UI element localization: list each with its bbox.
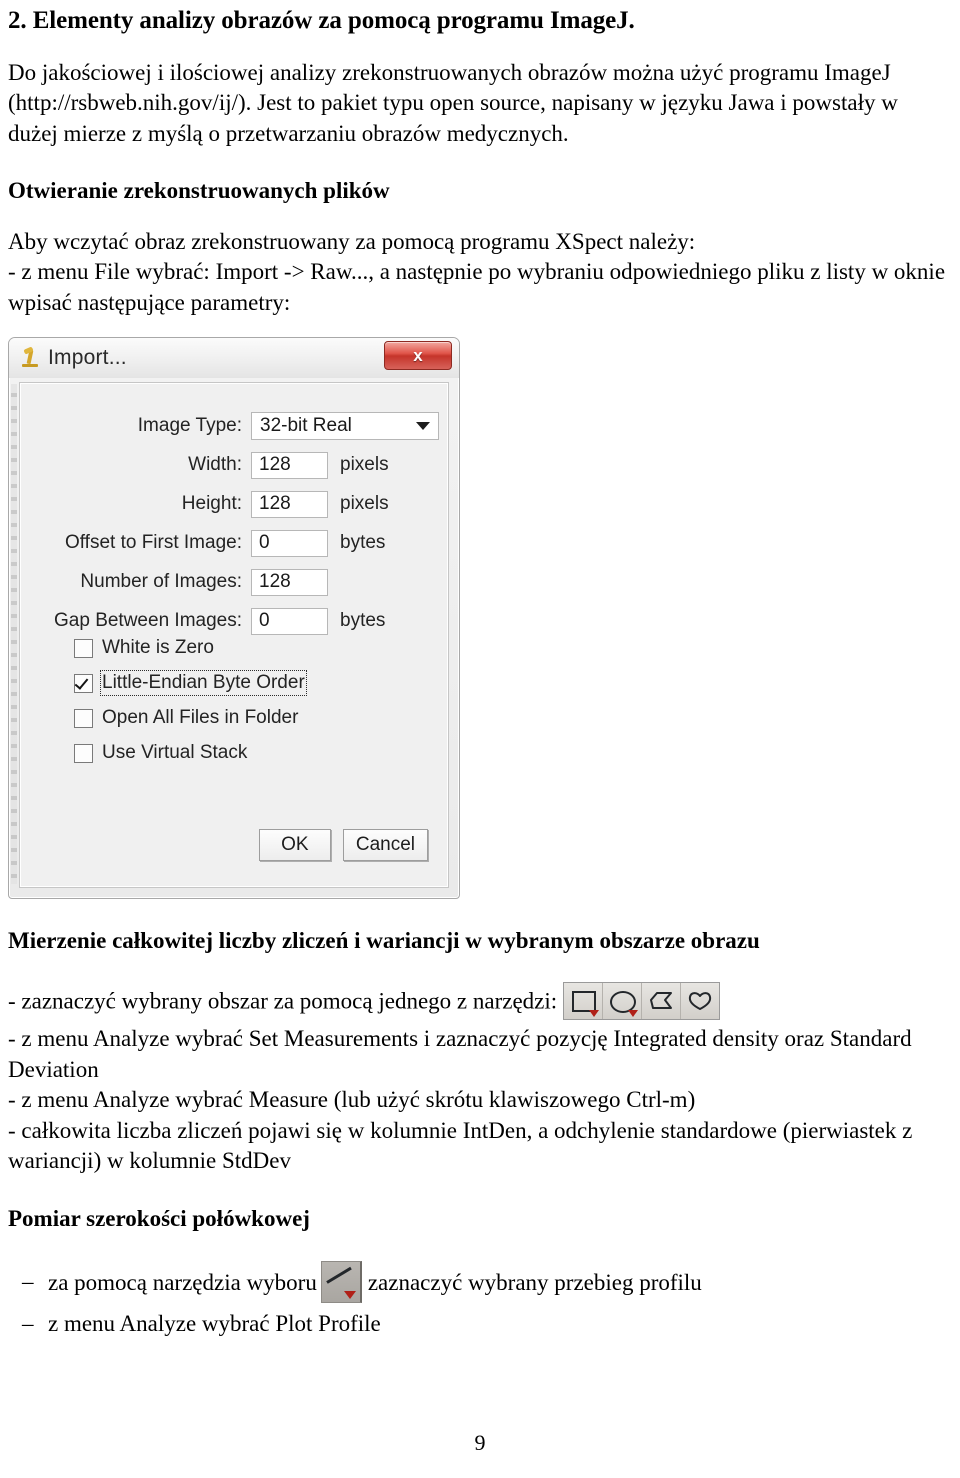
selection-tool-strip (563, 982, 721, 1021)
field-row-offset: Offset to First Image: 0 bytes (20, 524, 448, 563)
checkbox-row-little-endian[interactable]: Little-Endian Byte Order (74, 666, 307, 701)
import-checkbox-list: White is Zero Little-Endian Byte Order O… (74, 631, 307, 771)
measure-line-4: - całkowita liczba zliczeń pojawi się w … (8, 1117, 913, 1174)
number-of-images-input[interactable]: 128 (251, 568, 328, 596)
little-endian-label: Little-Endian Byte Order (100, 670, 307, 697)
freehand-selection-tool-icon[interactable] (681, 983, 720, 1020)
white-is-zero-checkbox[interactable] (74, 638, 93, 658)
import-dialog: Import... x Image Type: 32-bit Real Widt… (8, 336, 460, 899)
page-title: 2. Elementy analizy obrazów za pomocą pr… (8, 7, 635, 34)
field-row-number-of-images: Number of Images: 128 (20, 563, 448, 602)
checkbox-row-virtual-stack[interactable]: Use Virtual Stack (74, 736, 305, 771)
dash-bullet-2: – (22, 1310, 34, 1336)
page-content: 2. Elementy analizy obrazów za pomocą pr… (8, 6, 952, 1339)
open-files-line-2: - z menu File wybrać: Import -> Raw..., … (8, 259, 946, 315)
dash-bullet-1: – (22, 1269, 34, 1295)
height-label: Height: (181, 493, 242, 515)
ok-button[interactable]: OK (258, 828, 331, 861)
offset-label: Offset to First Image: (64, 532, 242, 554)
height-unit: pixels (340, 493, 389, 515)
use-virtual-stack-label: Use Virtual Stack (102, 742, 248, 764)
page-number: 9 (474, 1430, 486, 1455)
import-dialog-title: Import... (48, 345, 127, 369)
chevron-down-icon (416, 422, 430, 431)
little-endian-checkbox[interactable] (74, 673, 93, 693)
field-row-image-type: Image Type: 32-bit Real (20, 407, 448, 446)
fwhm-step-2: – z menu Analyze wybrać Plot Profile (8, 1308, 952, 1339)
heading-mierzenie: Mierzenie całkowitej liczby zliczeń i wa… (8, 927, 760, 953)
open-all-files-checkbox[interactable] (74, 708, 93, 728)
close-icon: x (413, 345, 423, 365)
oval-selection-tool-icon[interactable] (603, 983, 643, 1020)
image-type-select[interactable]: 32-bit Real (251, 412, 439, 441)
width-input[interactable]: 128 (251, 451, 328, 479)
dialog-button-row: OK Cancel (258, 828, 428, 861)
width-label: Width: (188, 454, 242, 476)
import-dialog-body: Image Type: 32-bit Real Width: 128 pixel… (19, 381, 449, 888)
rectangle-selection-tool-icon[interactable] (564, 983, 604, 1020)
use-virtual-stack-checkbox[interactable] (74, 743, 93, 763)
offset-unit: bytes (340, 532, 386, 554)
checkbox-row-white-is-zero[interactable]: White is Zero (74, 631, 305, 666)
open-all-files-label: Open All Files in Folder (102, 707, 299, 729)
heading-pomiar-szerokosci: Pomiar szerokości połówkowej (8, 1206, 310, 1232)
close-button[interactable]: x (384, 340, 452, 370)
measure-line-2: - z menu Analyze wybrać Set Measurements… (8, 1026, 912, 1082)
open-files-line-1: Aby wczytać obraz zrekonstruowany za pom… (8, 228, 696, 254)
offset-input[interactable]: 0 (251, 529, 328, 557)
fwhm-step-1: – za pomocą narzędzia wyboru zaznaczyć wy… (8, 1260, 952, 1308)
heading-otwieranie-plikow: Otwieranie zrekonstruowanych plików (8, 178, 390, 204)
fwhm-step-2-text: z menu Analyze wybrać Plot Profile (48, 1310, 381, 1336)
image-type-value: 32-bit Real (260, 415, 352, 437)
gap-label: Gap Between Images: (54, 610, 242, 632)
dialog-left-strip (11, 383, 17, 884)
fwhm-steps-list: – za pomocą narzędzia wyboru zaznaczyć wy… (8, 1260, 952, 1339)
number-of-images-label: Number of Images: (80, 571, 242, 593)
field-row-width: Width: 128 pixels (20, 446, 448, 485)
width-unit: pixels (340, 454, 389, 476)
cancel-button[interactable]: Cancel (342, 828, 428, 861)
import-field-list: Image Type: 32-bit Real Width: 128 pixel… (20, 407, 448, 641)
measure-tools-prefix: - zaznaczyć wybrany obszar za pomocą jed… (8, 988, 558, 1014)
measure-tools-line: - zaznaczyć wybrany obszar za pomocą jed… (8, 982, 952, 1024)
imagej-microscope-icon (19, 345, 41, 369)
field-row-height: Height: 128 pixels (20, 485, 448, 524)
gap-unit: bytes (340, 610, 386, 632)
polygon-selection-tool-icon[interactable] (642, 983, 682, 1020)
import-dialog-titlebar: Import... x (9, 337, 459, 378)
measure-line-3: - z menu Analyze wybrać Measure (lub uży… (8, 1087, 696, 1113)
fwhm-step-1-suffix: zaznaczyć wybrany przebieg profilu (367, 1269, 702, 1295)
white-is-zero-label: White is Zero (102, 637, 214, 659)
intro-paragraph: Do jakościowej i ilościowej analizy zrek… (8, 59, 898, 146)
fwhm-step-1-prefix: za pomocą narzędzia wyboru (48, 1269, 317, 1295)
image-type-label: Image Type: (137, 415, 242, 437)
fwhm-step-1-text: za pomocą narzędzia wyboru zaznaczyć wybr… (48, 1260, 702, 1308)
height-input[interactable]: 128 (251, 490, 328, 518)
import-dialog-figure: Import... x Image Type: 32-bit Real Widt… (8, 336, 460, 899)
line-selection-tool-icon[interactable] (320, 1260, 362, 1303)
document-page: 2. Elementy analizy obrazów za pomocą pr… (0, 0, 960, 1478)
checkbox-row-open-all-files[interactable]: Open All Files in Folder (74, 701, 305, 736)
